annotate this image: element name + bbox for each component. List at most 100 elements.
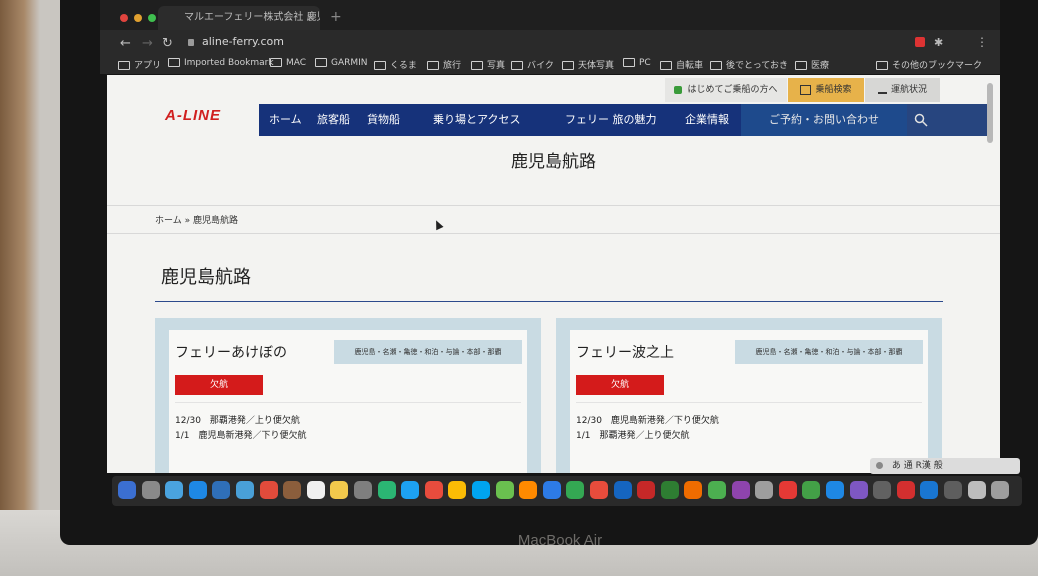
dock-app-icon[interactable] xyxy=(330,481,349,499)
dock-app-icon[interactable] xyxy=(566,481,585,499)
menu-icon[interactable]: ⋮ xyxy=(976,35,988,49)
bookmark-item[interactable]: 医療 xyxy=(795,58,829,71)
dock-app-icon[interactable] xyxy=(802,481,821,499)
zoom-window-icon[interactable] xyxy=(148,14,156,22)
bookmark-item[interactable]: アプリ xyxy=(118,58,161,71)
bookmark-item[interactable]: 天体写真 xyxy=(562,58,614,71)
dock-app-icon[interactable] xyxy=(944,481,962,499)
dock-app-icon[interactable] xyxy=(755,481,774,499)
dock-app-icon[interactable] xyxy=(212,481,231,499)
dock-app-icon[interactable] xyxy=(849,481,868,499)
extension-icon[interactable] xyxy=(915,37,925,47)
dock-app-icon[interactable] xyxy=(896,481,915,499)
bookmark-item[interactable]: 自転車 xyxy=(660,58,703,71)
dock-app-icon[interactable] xyxy=(188,481,207,499)
bookmark-item[interactable]: Imported Bookmark xyxy=(168,58,274,68)
new-tab-icon[interactable]: + xyxy=(330,9,342,25)
dock-app-icon[interactable] xyxy=(967,481,986,499)
folder-icon xyxy=(876,61,888,70)
nav-company[interactable]: 企業情報 xyxy=(685,104,729,136)
dock-app-icon[interactable] xyxy=(873,481,892,499)
folder-icon xyxy=(270,58,282,67)
dock-app-icon[interactable] xyxy=(448,481,467,499)
bookmark-item[interactable]: MAC xyxy=(270,58,306,68)
bookmark-label: その他のブックマーク xyxy=(892,61,983,71)
dock-app-icon[interactable] xyxy=(118,481,136,499)
nav-passenger-ships[interactable]: 旅客船 xyxy=(317,104,350,136)
nav-access[interactable]: 乗り場とアクセス xyxy=(433,104,520,136)
dock-app-icon[interactable] xyxy=(778,481,797,499)
device-label: MacBook Air xyxy=(517,532,603,549)
dock-app-icon[interactable] xyxy=(283,481,302,499)
dock-app-icon[interactable] xyxy=(236,481,254,499)
bookmark-item[interactable]: 写真 xyxy=(471,58,505,71)
beginner-mark-icon xyxy=(674,85,683,94)
folder-icon xyxy=(374,61,386,70)
hero-title: 鹿児島航路 xyxy=(511,152,596,172)
folder-icon xyxy=(660,61,672,70)
ship-card-body: フェリーあけぼの 鹿児島・名瀬・亀徳・和泊・与論・本部・那覇 欠航 12/30 … xyxy=(169,330,527,473)
dock-app-icon[interactable] xyxy=(354,481,372,499)
ship-name[interactable]: フェリー波之上 xyxy=(576,342,674,362)
bookmark-label: バイク xyxy=(527,61,554,71)
forward-icon[interactable]: → xyxy=(142,36,153,51)
bookmark-item[interactable]: その他のブックマーク xyxy=(876,58,982,71)
dock-app-icon[interactable] xyxy=(637,481,656,499)
bookmark-label: 天体写真 xyxy=(578,61,615,71)
ship-name[interactable]: フェリーあけぼの xyxy=(175,342,287,362)
search-schedule-button[interactable]: 乗船検索 xyxy=(788,78,864,102)
dock-app-icon[interactable] xyxy=(165,481,184,499)
bookmark-item[interactable]: バイク xyxy=(511,58,554,71)
dock-app-icon[interactable] xyxy=(684,481,703,499)
page-scrollbar[interactable] xyxy=(987,83,993,143)
dock-app-icon[interactable] xyxy=(141,481,160,499)
dock-app-icon[interactable] xyxy=(306,481,325,499)
nav-contact[interactable]: ご予約・お問い合わせ xyxy=(741,104,907,136)
breadcrumb[interactable]: ホーム » 鹿児島航路 xyxy=(155,213,238,226)
search-button[interactable] xyxy=(907,104,987,136)
close-window-icon[interactable] xyxy=(120,14,128,22)
ship-card: フェリーあけぼの 鹿児島・名瀬・亀徳・和泊・与論・本部・那覇 欠航 12/30 … xyxy=(155,318,541,473)
dock-app-icon[interactable] xyxy=(495,481,514,499)
tab-close-icon[interactable]: × xyxy=(306,11,315,24)
dock-app-icon[interactable] xyxy=(826,481,844,499)
browser-tab[interactable]: マルエーフェリー株式会社 鹿児 xyxy=(158,6,320,30)
dock-app-icon[interactable] xyxy=(708,481,726,499)
back-icon[interactable]: ← xyxy=(120,36,131,51)
route-badge: 鹿児島・名瀬・亀徳・和泊・与論・本部・那覇 xyxy=(334,340,522,364)
dock-app-icon[interactable] xyxy=(731,481,750,499)
nav-cargo-ships[interactable]: 貨物船 xyxy=(367,104,400,136)
dock-app-icon[interactable] xyxy=(660,481,679,499)
dock-app-icon[interactable] xyxy=(991,481,1010,499)
bookmark-label: MAC xyxy=(286,58,307,68)
bookmark-item[interactable]: PC xyxy=(623,58,651,68)
bookmark-item[interactable]: 後でとっておき xyxy=(710,58,788,71)
dock-app-icon[interactable] xyxy=(519,481,538,499)
operation-status-button[interactable]: 運航状況 xyxy=(865,78,940,102)
minimize-window-icon[interactable] xyxy=(134,14,142,22)
dock-app-icon[interactable] xyxy=(613,481,632,499)
bookmark-item[interactable]: GARMIN xyxy=(315,58,368,68)
nav-ferry-charm[interactable]: フェリー 旅の魅力 xyxy=(565,104,657,136)
bookmark-label: 旅行 xyxy=(443,61,462,71)
bookmark-item[interactable]: くるま xyxy=(374,58,417,71)
dock-app-icon[interactable] xyxy=(401,481,420,499)
reload-icon[interactable]: ↻ xyxy=(162,36,173,51)
folder-icon xyxy=(562,61,574,70)
folder-icon xyxy=(710,61,722,70)
puzzle-icon[interactable]: ✱ xyxy=(934,36,943,49)
url-input[interactable]: aline-ferry.com xyxy=(202,35,284,48)
bookmark-item[interactable]: 旅行 xyxy=(427,58,461,71)
route-badge: 鹿児島・名瀬・亀徳・和泊・与論・本部・那覇 xyxy=(735,340,923,364)
dock-app-icon[interactable] xyxy=(259,481,278,499)
nav-home[interactable]: ホーム xyxy=(269,104,302,136)
dock-app-icon[interactable] xyxy=(542,481,561,499)
dock-app-icon[interactable] xyxy=(920,481,939,499)
first-time-link[interactable]: はじめてご乗船の方へ xyxy=(665,78,787,102)
folder-icon xyxy=(795,61,807,70)
dock-app-icon[interactable] xyxy=(472,481,490,499)
dock-app-icon[interactable] xyxy=(590,481,608,499)
dock-app-icon[interactable] xyxy=(377,481,396,499)
site-logo[interactable]: A-LINE xyxy=(165,107,221,124)
dock-app-icon[interactable] xyxy=(424,481,443,499)
